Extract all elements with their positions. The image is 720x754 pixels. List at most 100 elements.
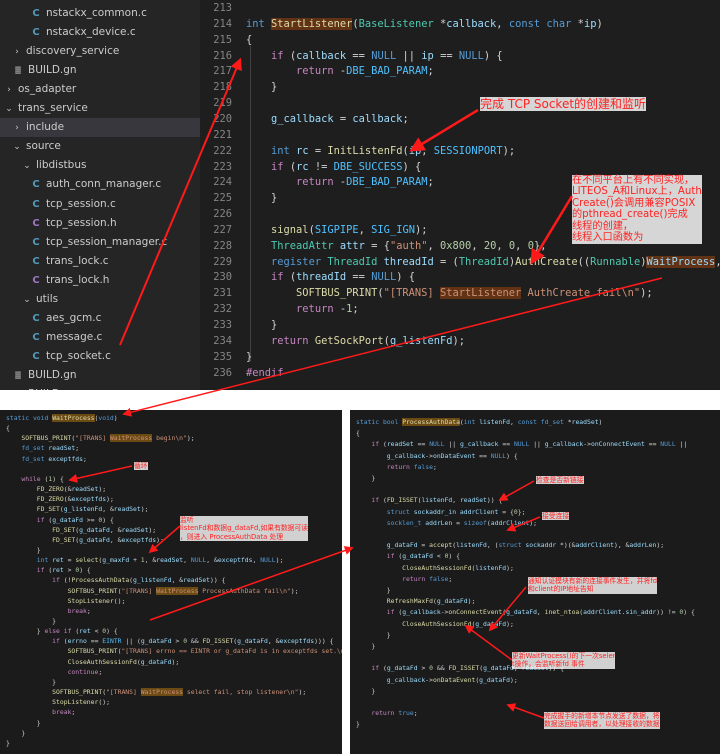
sidebar-item-label: tcp_session.c: [46, 197, 116, 210]
code-line: return true;: [371, 709, 418, 718]
sidebar-item[interactable]: Caes_gcm.c: [0, 309, 200, 328]
annotation-select: 监听 listenFd和数据g_dataFd,如果有数据可读 ，则进入 Proc…: [180, 516, 309, 542]
sidebar-item[interactable]: Ctcp_session.c: [0, 195, 200, 214]
code-line: g_dataFd = accept(listenFd, (struct sock…: [386, 541, 665, 550]
sidebar-item-label: aes_gcm.c: [46, 311, 102, 324]
code-line: struct sockaddr_in addrClient = {0};: [386, 507, 526, 516]
code-line: }: [6, 738, 10, 747]
c-file-icon: C: [32, 27, 40, 39]
gn-file-icon: ≣: [12, 386, 24, 390]
h-file-icon: C: [32, 217, 40, 229]
code-line: }: [386, 586, 391, 594]
chevron-right-icon: ›: [15, 123, 19, 134]
line-number: 236: [213, 366, 232, 379]
code-line: }: [386, 630, 391, 639]
annotation-check-new: 检查是否新链接: [536, 476, 584, 485]
sidebar-item-label: tcp_socket.c: [46, 349, 111, 362]
sidebar-item-label: source: [26, 140, 61, 153]
sidebar-item-label: BUILD.gn: [28, 388, 77, 390]
sidebar-item-label: include: [26, 121, 65, 134]
code-text: #endif: [246, 366, 284, 379]
sidebar-item-label: os_adapter: [18, 83, 77, 96]
code-line: 236 #endif: [200, 364, 720, 383]
sidebar-item[interactable]: ⌄ trans_service: [0, 99, 200, 118]
annotation-platform-thread: 在不同平台上有不同实现， LITEOS_A和Linux上，Auth Create…: [572, 175, 702, 244]
sidebar-item-label: trans_lock.c: [46, 254, 109, 267]
annotation-accept: 接受连接: [542, 512, 570, 521]
c-file-icon: C: [32, 8, 40, 19]
c-file-icon: C: [32, 255, 40, 267]
sidebar-item[interactable]: Ctcp_session.h: [0, 214, 200, 233]
sidebar-item-label: nstackx_device.c: [46, 26, 136, 39]
c-file-icon: C: [32, 179, 40, 191]
sidebar-item-label: tcp_session.h: [46, 216, 117, 229]
annotation-refresh: 更新WaitProcess()的下一次seler t操作，会监听新fd 事件: [512, 652, 616, 669]
code-line: }: [371, 642, 376, 650]
chevron-right-icon: ›: [15, 47, 19, 58]
sidebar-item[interactable]: ≣ BUILD.gn: [0, 61, 200, 80]
annotation-notify: 通知认证模块有新的连接事件发生，并将fd 和client的IP地址告知: [528, 577, 658, 594]
sidebar-item[interactable]: ⌄ source: [0, 137, 200, 156]
sidebar-item[interactable]: Cnstackx_device.c: [0, 23, 200, 42]
sidebar-item[interactable]: Ctrans_lock.c: [0, 252, 200, 271]
sidebar-item[interactable]: Ctrans_lock.h: [0, 271, 200, 290]
code-line: return false;: [386, 462, 437, 471]
sidebar-item[interactable]: ≣ BUILD.gn: [0, 385, 200, 390]
sidebar-item[interactable]: › include: [0, 118, 200, 138]
code-line: CloseAuthSessionFd(listenFd);: [402, 563, 514, 572]
code-line: g_callback->onDataEvent == NULL) {: [386, 451, 518, 460]
code-line: return false;: [402, 574, 453, 583]
chevron-down-icon: ⌄: [23, 161, 31, 172]
annotation-data-event: 完成握手的新增本节点发送了数据，将 数据送回给调用者，以处理接收的数据: [544, 712, 660, 729]
sidebar-item-label: libdistbus: [36, 159, 87, 172]
sidebar-item[interactable]: Cmessage.c: [0, 328, 200, 347]
code-line: }: [371, 474, 376, 482]
chevron-down-icon: ⌄: [23, 294, 31, 305]
sidebar-item[interactable]: Cauth_conn_manager.c: [0, 175, 200, 194]
sidebar-item-label: BUILD.gn: [28, 368, 77, 381]
sidebar-item-label: trans_service: [18, 102, 88, 115]
sidebar-item[interactable]: Ctcp_session_manager.c: [0, 233, 200, 252]
code-line: if (FD_ISSET(listenFd, readSet)) {: [371, 496, 503, 505]
sidebar-item-label: auth_conn_manager.c: [46, 178, 162, 191]
sidebar-item[interactable]: Cnstackx_common.c: [0, 4, 200, 23]
sidebar-item-label: BUILD.gn: [28, 64, 77, 77]
gn-file-icon: ≣: [14, 370, 22, 381]
sidebar-item-label: tcp_session_manager.c: [46, 235, 168, 248]
sidebar-item-label: utils: [36, 292, 59, 305]
annotation-loop: 循环: [134, 462, 148, 471]
code-line: socklen_t addrLen = sizeof(addrClient);: [386, 518, 537, 527]
code-line: if (g_dataFd < 0) {: [386, 552, 460, 561]
chevron-down-icon: ⌄: [5, 104, 13, 115]
code-line: {: [356, 429, 360, 438]
c-file-icon: C: [32, 350, 40, 362]
sidebar-item[interactable]: › discovery_service: [0, 42, 200, 61]
file-explorer-sidebar: Cnstackx_common.c Cnstackx_device.c › disco…: [0, 0, 200, 390]
code-line: }: [356, 720, 360, 729]
chevron-right-icon: ›: [7, 85, 11, 96]
sidebar-item[interactable]: ⌄ utils: [0, 290, 200, 309]
code-line: g_callback->onDataEvent(g_dataFd);: [386, 675, 518, 684]
code-line: CloseAuthSessionFd(g_dataFd);: [402, 619, 514, 628]
wait-process-code-panel: static void WaitProcess(void){ SOFTBUS_P…: [0, 410, 342, 754]
sidebar-item[interactable]: ≣ BUILD.gn: [0, 366, 200, 385]
code-line: RefreshMaxFd(g_dataFd);: [386, 597, 476, 606]
sidebar-item[interactable]: › os_adapter: [0, 80, 200, 99]
chevron-down-icon: ⌄: [13, 142, 21, 153]
annotation-tcp-socket: 完成 TCP Socket的创建和监听: [480, 97, 647, 112]
sidebar-item[interactable]: ⌄ libdistbus: [0, 156, 200, 175]
sidebar-item-label: nstackx_common.c: [46, 7, 147, 19]
sidebar-item[interactable]: Ctcp_socket.c: [0, 347, 200, 366]
code-line: static bool ProcessAuthData(int listenFd…: [356, 418, 603, 426]
c-file-icon: C: [32, 236, 40, 248]
sidebar-item-label: discovery_service: [26, 45, 120, 58]
sidebar-item-label: trans_lock.h: [46, 273, 110, 286]
gn-file-icon: ≣: [14, 66, 22, 77]
code-line: if (g_callback->onConnectEvent(g_dataFd,…: [386, 608, 695, 617]
c-file-icon: C: [32, 331, 40, 343]
c-file-icon: C: [32, 312, 40, 324]
code-line: }: [371, 686, 376, 695]
code-line: if (readSet == NULL || g_callback == NUL…: [371, 440, 688, 449]
c-file-icon: C: [32, 198, 40, 210]
h-file-icon: C: [32, 274, 40, 286]
